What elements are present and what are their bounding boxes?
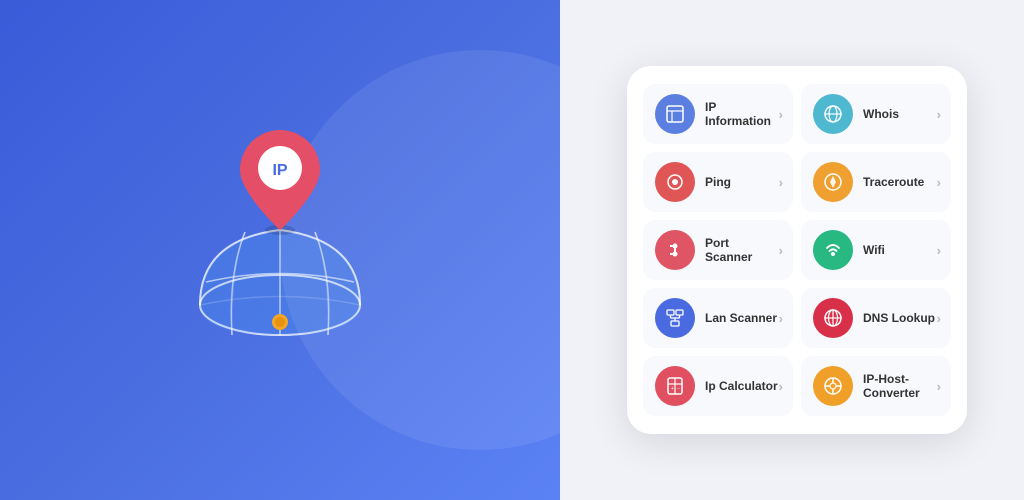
tool-item-ip-information[interactable]: IP Information › (643, 84, 793, 144)
tool-chevron-ip-calculator: › (779, 379, 783, 394)
tool-left-port-scanner: Port Scanner (655, 230, 779, 270)
tool-left-dns-lookup: DNS Lookup (813, 298, 935, 338)
tool-chevron-ip-information: › (779, 107, 783, 122)
tool-label-ping: Ping (705, 175, 731, 189)
tool-item-traceroute[interactable]: Traceroute › (801, 152, 951, 212)
tool-item-port-scanner[interactable]: Port Scanner › (643, 220, 793, 280)
tool-icon-ip-calculator: +− (655, 366, 695, 406)
tool-chevron-dns-lookup: › (937, 311, 941, 326)
tool-icon-wifi (813, 230, 853, 270)
left-panel: IP (0, 0, 560, 500)
svg-text:−: − (677, 386, 680, 392)
tool-icon-lan-scanner (655, 298, 695, 338)
tool-icon-ip-host-converter (813, 366, 853, 406)
tool-left-ip-host-converter: IP-Host-Converter (813, 366, 937, 406)
tool-item-ip-host-converter[interactable]: IP-Host-Converter › (801, 356, 951, 416)
tool-chevron-whois: › (937, 107, 941, 122)
tool-item-dns-lookup[interactable]: DNS Lookup › (801, 288, 951, 348)
svg-text:+: + (671, 386, 674, 392)
tool-chevron-wifi: › (937, 243, 941, 258)
tools-card: IP Information › Whois › Ping › Tracerou… (627, 66, 967, 434)
tool-item-wifi[interactable]: Wifi › (801, 220, 951, 280)
tool-item-ip-calculator[interactable]: +− Ip Calculator › (643, 356, 793, 416)
tool-item-whois[interactable]: Whois › (801, 84, 951, 144)
tools-grid: IP Information › Whois › Ping › Tracerou… (643, 84, 951, 416)
tool-label-wifi: Wifi (863, 243, 885, 257)
tool-label-traceroute: Traceroute (863, 175, 924, 189)
tool-chevron-port-scanner: › (779, 243, 783, 258)
tool-icon-dns-lookup (813, 298, 853, 338)
tool-left-whois: Whois (813, 94, 899, 134)
tool-icon-traceroute (813, 162, 853, 202)
tool-left-ip-calculator: +− Ip Calculator (655, 366, 778, 406)
tool-icon-whois (813, 94, 853, 134)
tool-label-whois: Whois (863, 107, 899, 121)
tool-left-traceroute: Traceroute (813, 162, 924, 202)
location-pin-icon: IP (230, 125, 330, 240)
tool-left-lan-scanner: Lan Scanner (655, 298, 777, 338)
hero-illustration: IP (170, 125, 390, 345)
tool-chevron-lan-scanner: › (779, 311, 783, 326)
tool-icon-ip-information (655, 94, 695, 134)
right-panel: IP Information › Whois › Ping › Tracerou… (560, 0, 1024, 500)
tool-label-port-scanner: Port Scanner (705, 236, 779, 265)
tool-item-ping[interactable]: Ping › (643, 152, 793, 212)
svg-text:IP: IP (272, 162, 287, 179)
tool-label-lan-scanner: Lan Scanner (705, 311, 777, 325)
tool-left-ping: Ping (655, 162, 731, 202)
tool-left-ip-information: IP Information (655, 94, 779, 134)
tool-label-ip-information: IP Information (705, 100, 779, 129)
tool-chevron-ping: › (779, 175, 783, 190)
tool-label-dns-lookup: DNS Lookup (863, 311, 935, 325)
tool-label-ip-host-converter: IP-Host-Converter (863, 372, 937, 401)
tool-chevron-traceroute: › (937, 175, 941, 190)
tool-left-wifi: Wifi (813, 230, 885, 270)
tool-label-ip-calculator: Ip Calculator (705, 379, 778, 393)
tool-chevron-ip-host-converter: › (937, 379, 941, 394)
tool-icon-port-scanner (655, 230, 695, 270)
tool-icon-ping (655, 162, 695, 202)
tool-item-lan-scanner[interactable]: Lan Scanner › (643, 288, 793, 348)
